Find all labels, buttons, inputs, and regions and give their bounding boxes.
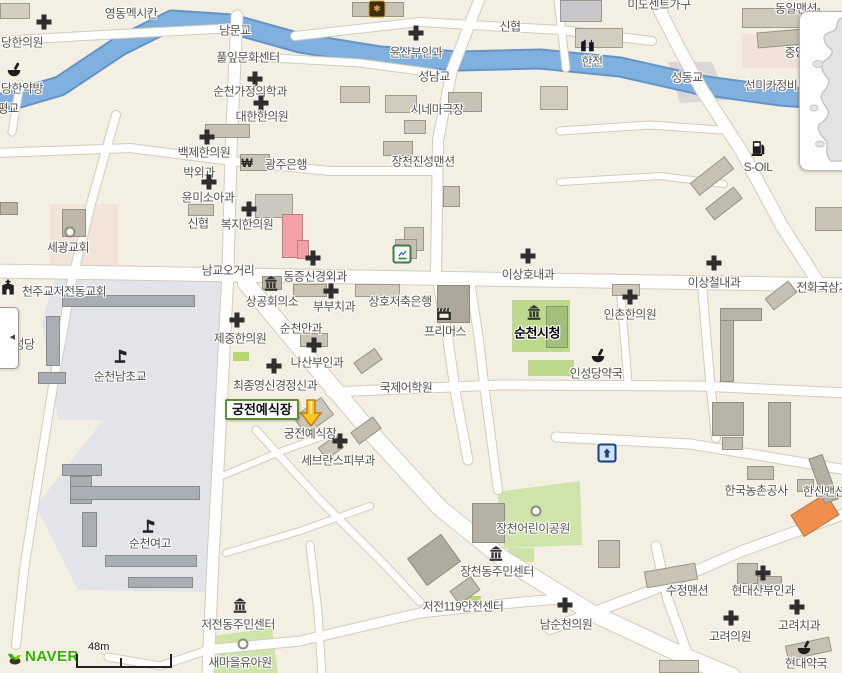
- building: [188, 204, 214, 216]
- building: [62, 464, 102, 476]
- search-marker-icon[interactable]: [300, 399, 322, 427]
- hospital-cross-icon: [558, 598, 573, 613]
- road: [436, 0, 481, 272]
- road: [0, 148, 438, 171]
- gas-pump-icon: [751, 140, 766, 156]
- side-panel-collapse-tab[interactable]: ◀: [0, 307, 19, 369]
- pharmacy-icon: [591, 349, 606, 364]
- area-lime-1: [233, 352, 249, 361]
- naver-sprout-icon: [6, 648, 23, 665]
- building: [797, 479, 814, 492]
- gov-building-icon: [264, 276, 279, 292]
- overview-korea-outline: [800, 12, 842, 170]
- area-cityhall-green-2: [528, 360, 574, 376]
- hospital-cross-icon: [324, 284, 339, 299]
- road: [330, 385, 842, 393]
- building: [355, 284, 400, 297]
- road: [206, 599, 560, 650]
- naver-logo-text: NAVER: [25, 648, 79, 665]
- hospital-cross-icon: [306, 251, 321, 266]
- building: [722, 437, 743, 450]
- map-canvas[interactable]: 당한의원당한약방영동멕시칸남문교✱신협한전미도센트가구동일맨션윤산부인과성남교성…: [0, 0, 842, 673]
- pharmacy-icon: [797, 641, 812, 656]
- building: [712, 402, 744, 436]
- hospital-cross-icon: [37, 15, 52, 30]
- hospital-cross-icon: [521, 249, 536, 264]
- hospital-cross-icon: [623, 290, 638, 305]
- building: [82, 512, 97, 547]
- flag-school-icon: [113, 349, 128, 364]
- gov-building-icon: [489, 546, 504, 562]
- hospital-cross-icon: [409, 26, 424, 41]
- hospital-cross-icon: [248, 72, 263, 87]
- building: [443, 186, 460, 207]
- building: [128, 577, 193, 588]
- hospital-cross-icon: [707, 256, 722, 271]
- building: [62, 295, 195, 307]
- building: [0, 3, 30, 19]
- dot-icon: [238, 639, 249, 650]
- hospital-cross-icon: [202, 175, 217, 190]
- gov-building-icon: [527, 305, 542, 321]
- bank-green-icon: [393, 245, 412, 264]
- building: [340, 86, 370, 103]
- building: [38, 372, 66, 384]
- dot-icon: [65, 227, 76, 238]
- hospital-cross-icon: [333, 434, 348, 449]
- building: [659, 660, 699, 673]
- building: [747, 466, 774, 480]
- building: [70, 486, 200, 500]
- hospital-cross-icon: [724, 611, 739, 626]
- building: [0, 202, 18, 215]
- naver-logo[interactable]: NAVER: [6, 648, 79, 665]
- asterisk-poi-icon: ✱: [369, 1, 386, 18]
- pharmacy-icon: [7, 63, 22, 78]
- scale-distance-label: 48m: [88, 641, 109, 653]
- building: [384, 2, 404, 17]
- building: [293, 284, 327, 297]
- poi-blue-icon: [598, 444, 617, 463]
- building: [385, 95, 417, 113]
- hospital-cross-icon: [756, 566, 771, 581]
- hospital-cross-icon: [254, 96, 269, 111]
- building: [448, 92, 482, 112]
- building: [560, 0, 602, 22]
- building: [540, 86, 568, 110]
- scale-bar-line: [76, 654, 172, 668]
- building: [105, 555, 197, 567]
- collapse-arrow-icon: ◀: [10, 333, 15, 341]
- bank-won-icon: ₩: [241, 157, 252, 169]
- building: [720, 308, 762, 321]
- building: [46, 316, 60, 366]
- dot-icon: [531, 506, 542, 517]
- hospital-cross-icon: [307, 338, 322, 353]
- building: [472, 503, 505, 543]
- overview-inset-map[interactable]: [799, 11, 842, 171]
- hospital-cross-icon: [200, 130, 215, 145]
- church-icon: [1, 280, 15, 295]
- clapper-icon: [436, 307, 452, 321]
- building: [546, 306, 568, 348]
- building: [404, 120, 426, 134]
- search-result-label[interactable]: 궁전예식장: [225, 399, 299, 420]
- building: [768, 402, 791, 447]
- hospital-cross-icon: [267, 359, 282, 374]
- building: [598, 540, 620, 568]
- hospital-cross-icon: [790, 600, 805, 615]
- flag-school-icon: [141, 519, 156, 534]
- road: [222, 433, 332, 476]
- gov-building-icon: [233, 598, 248, 614]
- kepco-icon: [580, 38, 596, 53]
- building: [815, 207, 842, 231]
- hospital-cross-icon: [242, 202, 257, 217]
- hospital-cross-icon: [230, 313, 245, 328]
- building: [383, 141, 413, 156]
